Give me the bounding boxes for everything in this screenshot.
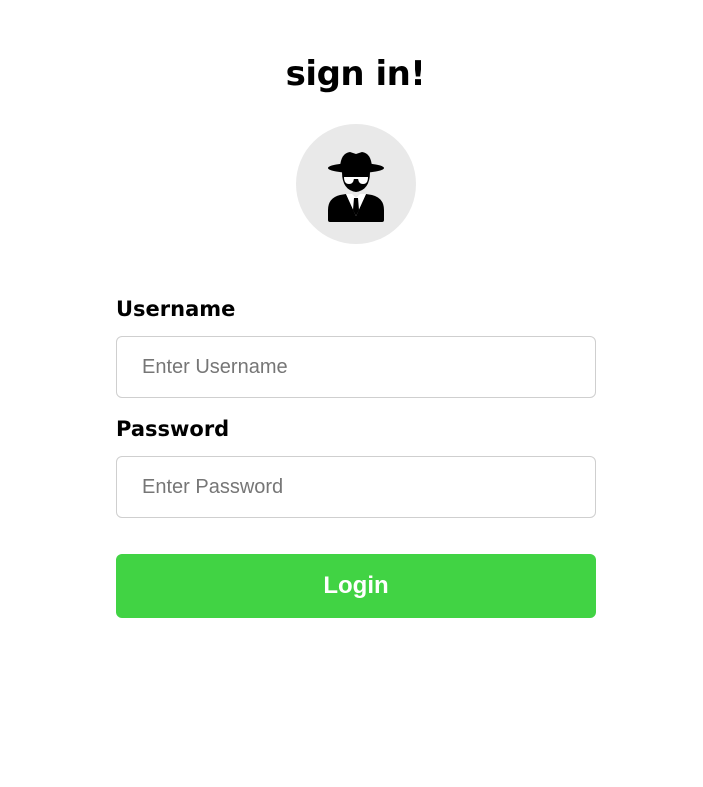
password-label: Password <box>116 417 230 441</box>
avatar <box>296 124 416 244</box>
login-button[interactable]: Login <box>116 554 596 618</box>
password-input[interactable] <box>116 456 596 518</box>
page-title: sign in! <box>285 54 426 94</box>
username-label: Username <box>116 297 236 321</box>
username-input[interactable] <box>116 336 596 398</box>
login-page: sign in! Username Password Login <box>0 0 703 787</box>
login-form: Username Password Login <box>116 294 596 618</box>
spy-icon <box>328 152 384 222</box>
